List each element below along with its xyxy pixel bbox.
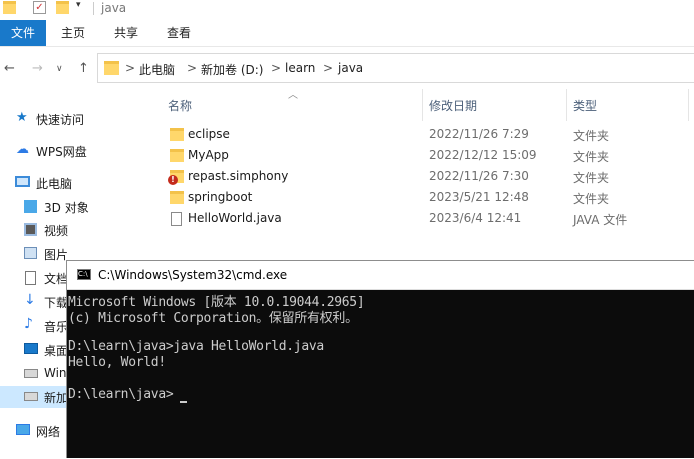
file-type: 文件夹 [573, 150, 610, 164]
computer-icon [15, 176, 30, 187]
column-header-name[interactable]: 名称 [168, 97, 192, 114]
console-line: Hello, World! [68, 355, 166, 370]
document-icon [25, 271, 36, 285]
error-badge-icon: ! [168, 175, 178, 185]
sidebar-item-quick-access[interactable]: ★ 快速访问 [0, 108, 150, 130]
sidebar-item-3d-objects[interactable]: 3D 对象 [0, 196, 150, 218]
explorer-titlebar: ✓ ▾ java [0, 0, 694, 20]
cmd-icon: C:\ [77, 269, 91, 280]
file-date: 2023/5/21 12:48 [429, 190, 529, 204]
column-header-date[interactable]: 修改日期 [429, 97, 477, 114]
tab-share[interactable]: 共享 [114, 20, 138, 46]
file-name: eclipse [188, 127, 230, 141]
tab-home[interactable]: 主页 [61, 20, 85, 46]
picture-icon [24, 247, 37, 259]
column-divider[interactable] [422, 89, 423, 121]
cmd-titlebar[interactable]: C:\ C:\Windows\System32\cmd.exe [67, 261, 694, 290]
recent-chevron-down-icon[interactable]: ∨ [56, 64, 63, 74]
drive-icon [24, 392, 38, 401]
up-arrow-icon[interactable]: ↑ [78, 61, 89, 76]
file-name: MyApp [188, 148, 229, 162]
drive-icon [24, 369, 38, 378]
video-icon [24, 223, 37, 236]
console-line: D:\learn\java>java HelloWorld.java [68, 339, 324, 354]
navigation-bar: ← → ∨ ↑ > 此电脑 > 新加卷 (D:) > learn > java [0, 47, 694, 89]
network-icon [16, 424, 30, 435]
file-row-springboot[interactable]: springboot 2023/5/21 12:48 文件夹 [150, 187, 694, 208]
file-date: 2022/11/26 7:30 [429, 169, 529, 183]
back-arrow-icon[interactable]: ← [4, 61, 15, 76]
breadcrumb-drive-d[interactable]: 新加卷 (D:) [201, 61, 263, 78]
console-line: (c) Microsoft Corporation。保留所有权利。 [68, 311, 358, 326]
file-type: 文件夹 [573, 129, 610, 143]
file-type: 文件夹 [573, 171, 610, 185]
new-folder-icon[interactable] [56, 1, 69, 14]
customize-toolbar-icon[interactable]: ▾ [76, 0, 89, 13]
file-date: 2022/11/26 7:29 [429, 127, 529, 141]
download-icon: ↓ [24, 292, 36, 308]
ribbon-tabs: 文件 主页 共享 查看 [0, 20, 694, 47]
column-header-type[interactable]: 类型 [573, 97, 597, 114]
window-title: java [101, 1, 127, 15]
file-type: JAVA 文件 [573, 213, 628, 227]
file-date: 2022/12/12 15:09 [429, 148, 537, 162]
file-row-myapp[interactable]: MyApp 2022/12/12 15:09 文件夹 [150, 145, 694, 166]
console-prompt-line: D:\learn\java> [68, 387, 174, 402]
cube-icon [24, 200, 37, 213]
cmd-console[interactable]: Microsoft Windows [版本 10.0.19044.2965] (… [67, 291, 694, 459]
breadcrumb-separator: > [125, 61, 136, 75]
breadcrumb-java[interactable]: java [338, 61, 363, 75]
file-name: springboot [188, 190, 253, 204]
file-row-helloworld-java[interactable]: HelloWorld.java 2023/6/4 12:41 JAVA 文件 [150, 208, 694, 229]
text-cursor [180, 401, 187, 403]
sidebar-item-this-pc[interactable]: 此电脑 [0, 172, 150, 194]
folder-icon [3, 1, 16, 14]
file-row-repast-simphony[interactable]: ! repast.simphony 2022/11/26 7:30 文件夹 [150, 166, 694, 187]
forward-arrow-icon[interactable]: → [32, 61, 43, 76]
file-row-eclipse[interactable]: eclipse 2022/11/26 7:29 文件夹 [150, 124, 694, 145]
folder-icon [170, 128, 184, 141]
properties-check-icon[interactable]: ✓ [33, 1, 46, 14]
divider [93, 2, 94, 15]
folder-error-icon: ! [168, 170, 184, 185]
folder-icon [170, 149, 184, 162]
folder-icon [170, 191, 184, 204]
cmd-window-title: C:\Windows\System32\cmd.exe [98, 268, 288, 282]
music-icon: ♪ [24, 316, 33, 332]
pin-star-icon: ★ [16, 110, 28, 125]
file-date: 2023/6/4 12:41 [429, 211, 522, 225]
tab-file[interactable]: 文件 [0, 20, 46, 46]
file-icon [171, 212, 182, 226]
file-name: repast.simphony [188, 169, 289, 183]
breadcrumb-separator: > [323, 61, 334, 75]
breadcrumb-separator: > [271, 61, 282, 75]
folder-icon [104, 61, 119, 75]
breadcrumb-this-pc[interactable]: 此电脑 [139, 61, 175, 78]
sidebar-item-videos[interactable]: 视频 [0, 219, 150, 241]
sidebar-item-wps-cloud[interactable]: ☁ WPS网盘 [0, 140, 150, 162]
file-list: ︿ 名称 修改日期 类型 eclipse 2022/11/26 7:29 文件夹… [150, 89, 694, 259]
column-divider[interactable] [688, 89, 689, 121]
cloud-icon: ☁ [16, 142, 29, 157]
breadcrumb-separator: > [187, 61, 198, 75]
address-bar[interactable]: > 此电脑 > 新加卷 (D:) > learn > java [97, 53, 694, 83]
cmd-window[interactable]: C:\ C:\Windows\System32\cmd.exe Microsof… [66, 260, 694, 458]
file-name: HelloWorld.java [188, 211, 282, 225]
file-type: 文件夹 [573, 192, 610, 206]
tab-view[interactable]: 查看 [167, 20, 191, 46]
sort-chevron-up-icon: ︿ [288, 90, 298, 101]
breadcrumb-learn[interactable]: learn [285, 61, 315, 75]
desktop-icon [24, 343, 38, 354]
column-divider[interactable] [566, 89, 567, 121]
